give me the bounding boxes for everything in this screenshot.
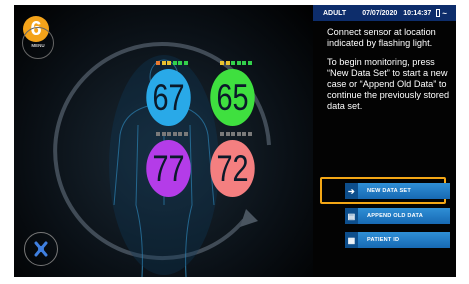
device-screen: 6 MENU 67 65 77 72 ADULT 07/07/2020 10:1… — [14, 5, 456, 277]
signal-quality-bar-3 — [156, 132, 188, 136]
monitor-panel: 6 MENU 67 65 77 72 — [14, 5, 313, 277]
instruction-paragraph-1: Connect sensor at location indicated by … — [327, 27, 436, 48]
signal-quality-bar-4 — [220, 132, 252, 136]
signal-quality-bar-2 — [220, 61, 252, 65]
new-data-set-button[interactable]: ➔ NEW DATA SET — [345, 183, 450, 199]
mode-label: ADULT — [323, 9, 347, 17]
patient-id-label: PATIENT ID — [367, 237, 400, 243]
menu-label: MENU — [31, 43, 45, 48]
date-label: 07/07/2020 — [362, 9, 398, 17]
info-panel: ADULT 07/07/2020 10:14:37 ~ Connect sens… — [313, 5, 456, 277]
mute-alarm-button[interactable] — [24, 232, 58, 266]
reading-circle-2: 65 — [210, 69, 255, 126]
signal-quality-bar-1 — [156, 61, 188, 65]
new-data-set-label: NEW DATA SET — [367, 188, 411, 194]
time-label: 10:14:37 — [403, 9, 432, 17]
id-card-icon: ▦ — [345, 232, 358, 248]
signal-icon: ~ — [442, 8, 447, 18]
mute-alarm-icon — [34, 241, 48, 257]
instruction-paragraph-2: To begin monitoring, press “New Data Set… — [327, 57, 450, 111]
reading-value-1: 67 — [152, 76, 185, 118]
patient-id-button[interactable]: ▦ PATIENT ID — [345, 232, 450, 248]
reading-value-2: 65 — [216, 76, 249, 118]
instructions-text: Connect sensor at location indicated by … — [327, 27, 455, 120]
status-bar: ADULT 07/07/2020 10:14:37 ~ — [313, 5, 456, 21]
reading-value-3: 77 — [152, 147, 185, 189]
reading-value-4: 72 — [216, 147, 249, 189]
reading-circle-3: 77 — [146, 140, 191, 197]
reading-circle-4: 72 — [210, 140, 255, 197]
arrow-right-icon: ➔ — [345, 183, 358, 199]
append-old-data-button[interactable]: ▤ APPEND OLD DATA — [345, 208, 450, 224]
reading-circle-1: 67 — [146, 69, 191, 126]
append-old-data-label: APPEND OLD DATA — [367, 213, 423, 219]
battery-icon — [436, 9, 441, 17]
folder-icon: ▤ — [345, 208, 358, 224]
